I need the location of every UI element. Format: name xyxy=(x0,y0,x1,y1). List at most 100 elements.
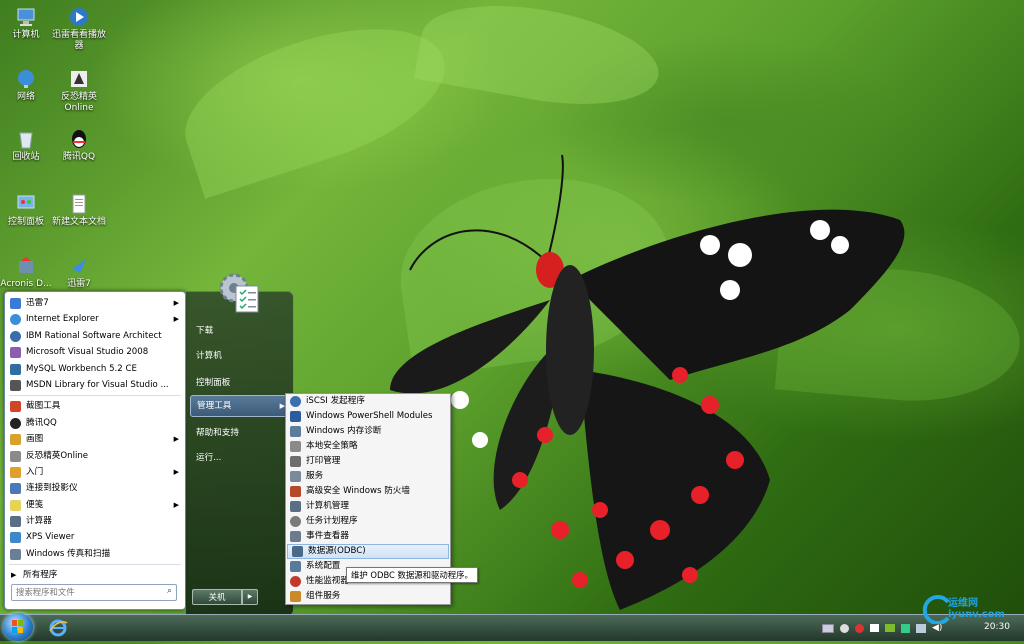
program-label: Microsoft Visual Studio 2008 xyxy=(26,347,149,358)
right-item-run[interactable]: 运行... xyxy=(196,451,221,463)
start-menu-right-pane: 下载 计算机 控制面板 管理工具 ▶ 帮助和支持 运行... 关机 ▶ xyxy=(185,273,294,616)
update-icon[interactable] xyxy=(901,623,910,633)
search-icon[interactable]: ⌕ xyxy=(167,586,172,596)
admin-tool-item-highlighted[interactable]: 数据源(ODBC) xyxy=(287,544,449,559)
shutdown-button[interactable]: 关机 xyxy=(192,589,242,605)
msdn-library-icon xyxy=(10,379,21,391)
paint-icon xyxy=(10,434,21,446)
program-item[interactable]: IBM Rational Software Architect xyxy=(5,328,185,344)
memory-diagnostic-icon xyxy=(290,426,301,437)
xunlei7-icon xyxy=(10,298,21,309)
program-item[interactable]: Windows 传真和扫描 xyxy=(5,546,185,562)
cs-online-icon xyxy=(71,71,87,87)
flag-icon[interactable] xyxy=(870,624,879,632)
all-programs-button[interactable]: ▶ 所有程序 xyxy=(5,567,185,583)
admin-tool-item[interactable]: 事件查看器 xyxy=(286,529,450,544)
desktop-icon-network[interactable]: 网络 xyxy=(0,68,56,103)
admin-tool-label: Windows PowerShell Modules xyxy=(306,411,433,421)
program-item[interactable]: MSDN Library for Visual Studio ... xyxy=(5,377,185,393)
program-item[interactable]: Microsoft Visual Studio 2008 xyxy=(5,344,185,360)
firewall-icon xyxy=(290,486,301,497)
calculator-icon xyxy=(10,516,21,528)
qq-icon xyxy=(10,417,21,429)
desktop-icon-xunlei-player[interactable]: 迅雷看看播放器 xyxy=(49,6,109,52)
program-item[interactable]: 连接到投影仪 xyxy=(5,480,185,496)
desktop-icon-control-panel[interactable]: 控制面板 xyxy=(0,193,56,228)
internet-explorer-taskbar-icon[interactable] xyxy=(48,619,68,637)
right-item-label: 管理工具 xyxy=(197,401,232,411)
desktop-icon-qq[interactable]: 腾讯QQ xyxy=(49,128,109,163)
performance-monitor-icon xyxy=(290,576,301,587)
program-label: Windows 传真和扫描 xyxy=(26,548,111,559)
program-item[interactable]: 腾讯QQ xyxy=(5,415,185,431)
admin-tool-item[interactable]: 本地安全策略 xyxy=(286,439,450,454)
desktop-icon-xunlei7[interactable]: 迅雷7 xyxy=(49,255,109,290)
ibm-rsa-icon xyxy=(10,330,21,342)
task-scheduler-icon xyxy=(290,516,301,527)
admin-tool-item[interactable]: iSCSI 发起程序 xyxy=(286,394,450,409)
program-label: 连接到投影仪 xyxy=(26,483,78,494)
admin-tool-item[interactable]: Windows PowerShell Modules xyxy=(286,409,450,424)
projector-icon xyxy=(10,483,21,495)
admin-tool-label: 计算机管理 xyxy=(306,501,349,511)
control-panel-icon xyxy=(17,195,35,209)
program-label: IBM Rational Software Architect xyxy=(26,330,162,341)
nvidia-icon[interactable] xyxy=(885,624,895,632)
admin-tool-label: iSCSI 发起程序 xyxy=(306,396,365,406)
program-label: 反恐精英Online xyxy=(26,450,89,461)
program-item[interactable]: 计算器 xyxy=(5,513,185,529)
admin-tool-item[interactable]: 服务 xyxy=(286,469,450,484)
watermark: 运维网 iyunv.com xyxy=(918,594,1022,624)
volume-icon[interactable]: ◀) xyxy=(932,623,942,633)
admin-tool-item[interactable]: 组件服务 xyxy=(286,589,450,604)
print-management-icon xyxy=(290,456,301,467)
start-menu: 迅雷7 ▶ Internet Explorer ▶ IBM Rational Sof… xyxy=(4,273,294,616)
start-button[interactable] xyxy=(3,613,33,641)
search-input[interactable] xyxy=(12,585,156,598)
right-item-computer[interactable]: 计算机 xyxy=(196,349,222,361)
desktop-icon-acronis[interactable]: Acronis D... xyxy=(0,255,56,290)
admin-tool-label: 任务计划程序 xyxy=(306,516,358,526)
network-tray-icon[interactable] xyxy=(916,623,926,633)
desktop-icon-text-document[interactable]: 新建文本文档 xyxy=(49,193,109,228)
program-item[interactable]: XPS Viewer xyxy=(5,529,185,545)
program-label: 便笺 xyxy=(26,499,44,510)
recycle-bin-icon xyxy=(19,132,33,149)
search-box[interactable]: ⌕ xyxy=(11,584,177,601)
program-item[interactable]: MySQL Workbench 5.2 CE xyxy=(5,361,185,377)
right-item-downloads[interactable]: 下载 xyxy=(196,324,213,336)
admin-tool-item[interactable]: 打印管理 xyxy=(286,454,450,469)
desktop-icon-label: 反恐精英Online xyxy=(60,92,97,113)
program-item[interactable]: 迅雷7 ▶ xyxy=(5,295,185,311)
shutdown-options-button[interactable]: ▶ xyxy=(242,589,258,605)
program-item[interactable]: 截图工具 xyxy=(5,398,185,414)
desktop-icon-computer[interactable]: 计算机 xyxy=(0,6,56,41)
right-item-help[interactable]: 帮助和支持 xyxy=(196,426,239,438)
odbc-tooltip: 维护 ODBC 数据源和驱动程序。 xyxy=(346,567,478,583)
admin-tool-item[interactable]: 计算机管理 xyxy=(286,499,450,514)
desktop-icon-cs-online[interactable]: 反恐精英Online xyxy=(49,68,109,114)
program-label: MySQL Workbench 5.2 CE xyxy=(26,363,137,374)
desktop-icon-label: 迅雷7 xyxy=(67,279,91,289)
program-label: 入门 xyxy=(26,466,44,477)
services-icon xyxy=(290,471,301,482)
tray-app-icon[interactable] xyxy=(840,623,849,633)
program-item[interactable]: 画图 ▶ xyxy=(5,431,185,447)
windows-logo-icon xyxy=(12,620,23,633)
fax-scan-icon xyxy=(10,548,21,560)
admin-tool-item[interactable]: 任务计划程序 xyxy=(286,514,450,529)
right-item-control-panel[interactable]: 控制面板 xyxy=(196,376,230,388)
admin-tool-item[interactable]: 高级安全 Windows 防火墙 xyxy=(286,484,450,499)
event-viewer-icon xyxy=(290,531,301,542)
program-item[interactable]: 便笺 ▶ xyxy=(5,497,185,513)
admin-tool-item[interactable]: Windows 内存诊断 xyxy=(286,424,450,439)
desktop-icon-recycle-bin[interactable]: 回收站 xyxy=(0,128,56,163)
right-item-admin-tools[interactable]: 管理工具 ▶ xyxy=(190,395,292,417)
program-item[interactable]: 入门 ▶ xyxy=(5,464,185,480)
program-item[interactable]: Internet Explorer ▶ xyxy=(5,311,185,327)
start-menu-programs-pane: 迅雷7 ▶ Internet Explorer ▶ IBM Rational Sof… xyxy=(4,291,186,610)
program-item[interactable]: 反恐精英Online xyxy=(5,448,185,464)
stop-icon[interactable] xyxy=(855,623,864,633)
admin-tool-label: 高级安全 Windows 防火墙 xyxy=(306,486,410,496)
keyboard-icon[interactable] xyxy=(822,623,834,633)
